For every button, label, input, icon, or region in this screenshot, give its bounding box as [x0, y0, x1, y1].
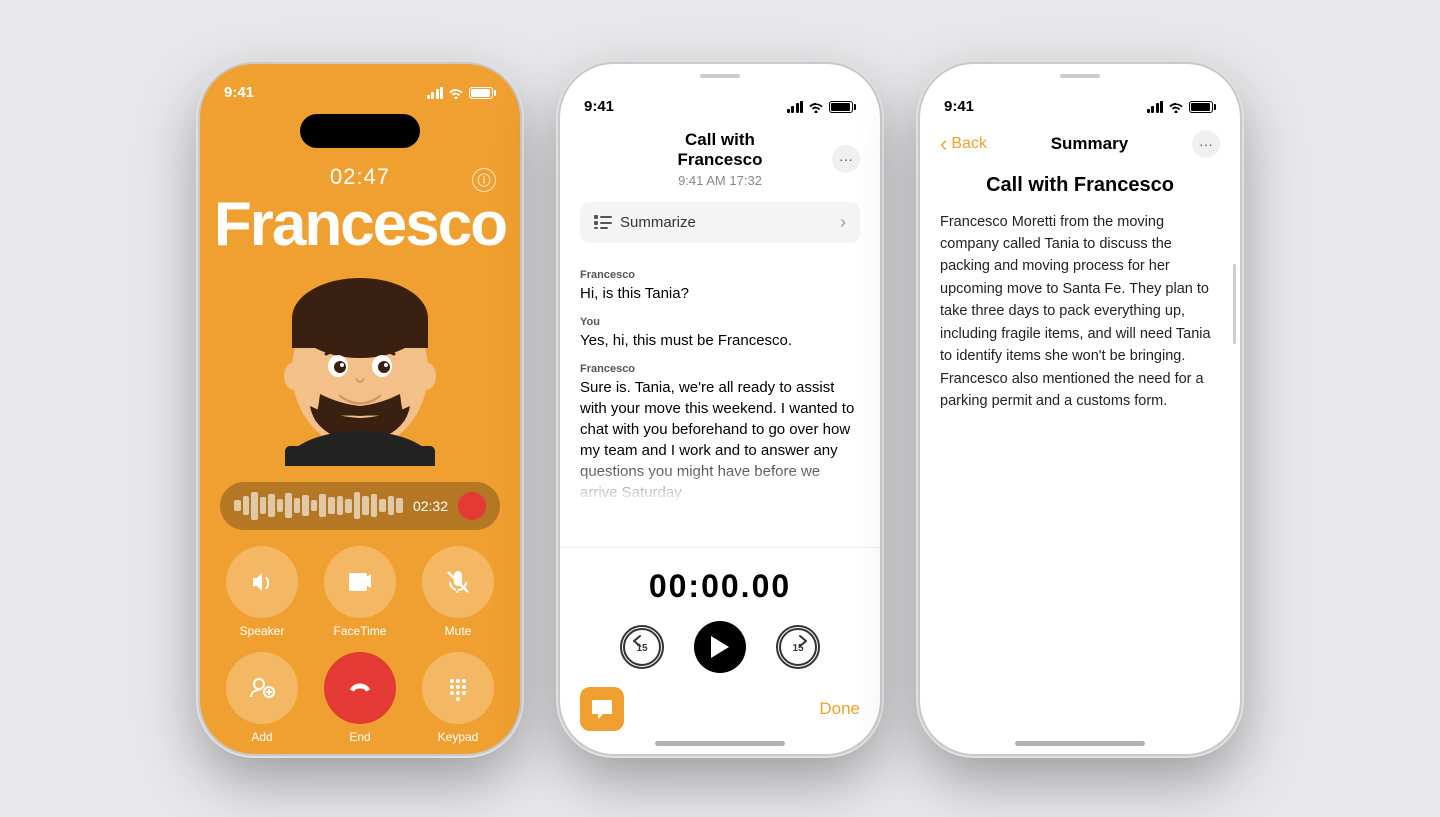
info-icon-1[interactable]: ⓘ: [472, 168, 496, 192]
add-button[interactable]: Add: [220, 652, 304, 744]
call-title-2: Call with Francesco: [673, 130, 766, 170]
signal-icon-2: [787, 101, 804, 113]
speaker-3: Francesco: [580, 363, 860, 375]
transcript-text-1: Hi, is this Tania?: [580, 283, 860, 304]
summarize-chevron: ›: [840, 212, 846, 233]
status-bar-2: 9:41: [560, 78, 880, 122]
rewind-button[interactable]: 15: [620, 625, 664, 669]
summary-title-nav: Summary: [1051, 134, 1128, 154]
phone-1: 9:41 ⓘ 02:47 Francesco: [200, 64, 520, 754]
audio-timer: 00:00.00: [649, 568, 791, 605]
mute-label: Mute: [445, 624, 472, 638]
end-circle: [324, 652, 396, 724]
mute-circle: [422, 546, 494, 618]
summary-nav: ‹ Back Summary ···: [920, 122, 1240, 158]
dynamic-island-1: [300, 114, 420, 148]
audio-controls: 15 15: [620, 621, 820, 673]
record-button[interactable]: [458, 492, 486, 520]
wifi-icon-1: [448, 87, 464, 99]
keypad-button[interactable]: Keypad: [416, 652, 500, 744]
phone-3: 9:41 ‹ Back Summary ··· Call with France…: [920, 64, 1240, 754]
summary-call-title: Call with Francesco: [920, 158, 1240, 197]
waveform-visual: [234, 492, 403, 520]
chat-icon-button[interactable]: [580, 687, 624, 731]
end-label: End: [349, 730, 370, 744]
call-controls: Speaker FaceTime Mute: [200, 530, 520, 744]
speaker-label: Speaker: [240, 624, 285, 638]
status-icons-1: [427, 87, 497, 99]
transcript-content: Francesco Hi, is this Tania? You Yes, hi…: [560, 243, 880, 537]
speaker-circle: [226, 546, 298, 618]
facetime-button[interactable]: FaceTime: [318, 546, 402, 638]
keypad-circle: [422, 652, 494, 724]
status-time-3: 9:41: [944, 98, 974, 115]
summarize-label: Summarize: [620, 214, 696, 231]
signal-icon-3: [1147, 101, 1164, 113]
more-button-2[interactable]: ···: [832, 145, 860, 173]
signal-icon-1: [427, 87, 444, 99]
status-icons-2: [787, 101, 857, 113]
speaker-1: Francesco: [580, 269, 860, 281]
phone2-bottom: Done: [560, 673, 880, 731]
waveform-time: 02:32: [413, 498, 448, 514]
back-button[interactable]: ‹ Back: [940, 131, 987, 157]
phone2-header: Call with Francesco 9:41 AM 17:32 ···: [560, 122, 880, 188]
back-chevron-icon: ‹: [940, 131, 947, 157]
wifi-icon-2: [808, 101, 824, 113]
status-bar-1: 9:41: [200, 64, 520, 108]
summarize-icon: [594, 215, 612, 229]
facetime-label: FaceTime: [334, 624, 387, 638]
transcript-text-2: Yes, hi, this must be Francesco.: [580, 330, 860, 351]
caller-name: Francesco: [200, 194, 520, 256]
status-bar-3: 9:41: [920, 78, 1240, 122]
phone-2: 9:41 Call with Francesco 9:41 AM 17:32 ·…: [560, 64, 880, 754]
battery-icon-3: [1189, 101, 1216, 113]
wifi-icon-3: [1168, 101, 1184, 113]
home-indicator-3: [1015, 741, 1145, 746]
scroll-indicator: [1233, 264, 1236, 344]
mute-button[interactable]: Mute: [416, 546, 500, 638]
summary-body: Francesco Moretti from the moving compan…: [920, 197, 1240, 413]
summarize-left: Summarize: [594, 214, 696, 231]
forward-button[interactable]: 15: [776, 625, 820, 669]
battery-icon-2: [829, 101, 856, 113]
transcript-text-3: Sure is. Tania, we're all ready to assis…: [580, 377, 860, 503]
end-button[interactable]: End: [318, 652, 402, 744]
battery-icon-1: [469, 87, 496, 99]
memoji-avatar: [260, 266, 460, 466]
play-button[interactable]: [694, 621, 746, 673]
add-label: Add: [251, 730, 272, 744]
summary-more-button[interactable]: ···: [1192, 130, 1220, 158]
keypad-label: Keypad: [438, 730, 479, 744]
status-icons-3: [1147, 101, 1217, 113]
speaker-button[interactable]: Speaker: [220, 546, 304, 638]
facetime-circle: [324, 546, 396, 618]
call-subtitle-2: 9:41 AM 17:32: [673, 173, 766, 188]
status-time-1: 9:41: [224, 84, 254, 101]
speaker-2: You: [580, 316, 860, 328]
done-button[interactable]: Done: [819, 699, 860, 719]
add-circle: [226, 652, 298, 724]
waveform-bar: 02:32: [220, 482, 500, 530]
audio-player: 00:00.00 15 15: [560, 547, 880, 673]
home-indicator-2: [655, 741, 785, 746]
summarize-row[interactable]: Summarize ›: [580, 202, 860, 243]
status-time-2: 9:41: [584, 98, 614, 115]
back-label: Back: [951, 135, 987, 153]
